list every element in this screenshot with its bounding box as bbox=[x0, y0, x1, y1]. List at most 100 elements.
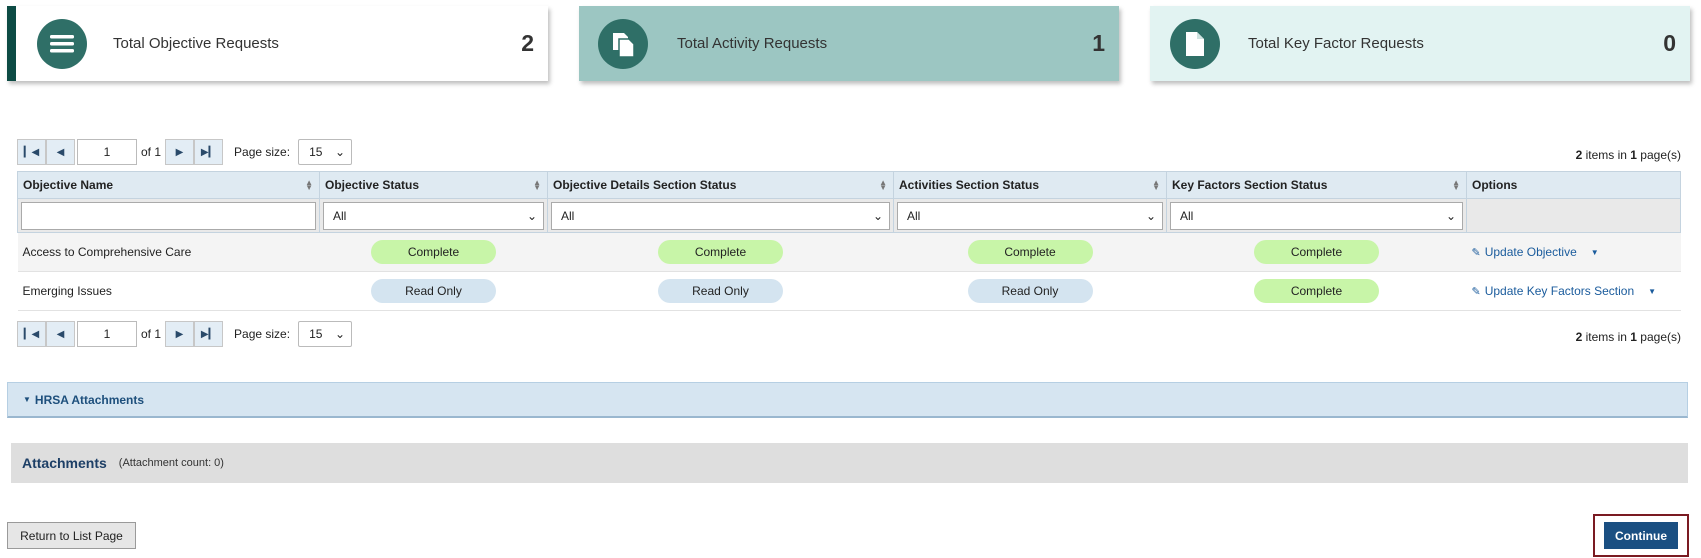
status-badge: Complete bbox=[967, 240, 1093, 264]
col-label: Objective Status bbox=[325, 178, 420, 192]
page-size-value: 15 bbox=[309, 145, 323, 159]
col-details-status[interactable]: Objective Details Section Status ▲ ▼ bbox=[547, 171, 894, 199]
card-count: 1 bbox=[1092, 30, 1105, 56]
objective-name: Emerging Issues bbox=[17, 271, 320, 311]
option-label: Update Key Factors Section bbox=[1484, 284, 1635, 298]
key-factor-requests-card[interactable]: Total Key Factor Requests 0 bbox=[1150, 6, 1690, 81]
return-to-list-button[interactable]: Return to List Page bbox=[7, 522, 136, 549]
col-activities-status[interactable]: Activities Section Status ▲ ▼ bbox=[893, 171, 1167, 199]
status-badge: Complete bbox=[371, 240, 496, 264]
objective-status-filter[interactable]: All ⌄ bbox=[323, 201, 544, 230]
sort-icon: ▲ ▼ bbox=[1452, 178, 1460, 192]
filter-value: All bbox=[561, 208, 575, 223]
page-number-input[interactable]: 1 bbox=[77, 139, 137, 165]
col-objective-name[interactable]: Objective Name ▲ ▼ bbox=[17, 171, 320, 199]
info-items: items in bbox=[1582, 330, 1631, 344]
documents-icon bbox=[598, 18, 648, 69]
prev-page-button[interactable]: ◀ bbox=[46, 139, 75, 165]
chevron-down-icon: ⌄ bbox=[872, 208, 883, 223]
last-page-button[interactable]: ▶▎ bbox=[194, 321, 224, 347]
chevron-down-icon: ⌄ bbox=[335, 145, 346, 159]
section-title: HRSA Attachments bbox=[34, 392, 145, 407]
info-pages: 1 bbox=[1630, 148, 1637, 162]
col-key-factors-status[interactable]: Key Factors Section Status ▲ ▼ bbox=[1166, 171, 1467, 199]
status-badge: Read Only bbox=[371, 279, 496, 303]
status-badge: Complete bbox=[658, 240, 783, 264]
page-size-label: Page size: bbox=[234, 327, 291, 341]
caret-down-icon[interactable]: ▼ bbox=[1648, 287, 1656, 296]
attachments-panel: Attachments (Attachment count: 0) bbox=[11, 443, 1688, 483]
status-badge: Read Only bbox=[658, 279, 783, 303]
last-page-button[interactable]: ▶▎ bbox=[194, 139, 224, 165]
caret-down-icon: ▼ bbox=[23, 395, 31, 404]
page-of-label: of 1 bbox=[141, 327, 162, 341]
objective-name: Access to Comprehensive Care bbox=[17, 232, 320, 272]
table-row: Access to Comprehensive Care Complete Co… bbox=[17, 232, 1681, 272]
info-pages: 1 bbox=[1630, 330, 1637, 344]
page-size-value: 15 bbox=[309, 327, 323, 341]
first-page-button[interactable]: ▎◀ bbox=[17, 321, 46, 347]
next-page-button[interactable]: ▶ bbox=[165, 139, 195, 165]
pager-info-top: 2 items in 1 page(s) bbox=[1576, 148, 1681, 162]
objective-requests-card[interactable]: Total Objective Requests 2 bbox=[7, 6, 548, 81]
activities-status-filter[interactable]: All ⌄ bbox=[897, 201, 1163, 230]
card-count: 0 bbox=[1663, 30, 1676, 56]
edit-icon: ✎ bbox=[1471, 246, 1481, 259]
pager-info-bottom: 2 items in 1 page(s) bbox=[1576, 330, 1681, 344]
info-items: items in bbox=[1582, 148, 1631, 162]
sort-icon: ▲ ▼ bbox=[533, 178, 541, 192]
chevron-down-icon: ⌄ bbox=[526, 208, 537, 223]
filter-value: All bbox=[1180, 208, 1194, 223]
pager-bottom: ▎◀ ◀ 1 of 1 ▶ ▶▎ Page size: 15 ⌄ bbox=[17, 320, 353, 348]
chevron-down-icon: ⌄ bbox=[1145, 208, 1156, 223]
info-suffix: page(s) bbox=[1636, 330, 1681, 344]
pager-top: ▎◀ ◀ 1 of 1 ▶ ▶▎ Page size: 15 ⌄ bbox=[17, 138, 353, 166]
prev-page-button[interactable]: ◀ bbox=[46, 321, 75, 347]
col-label: Key Factors Section Status bbox=[1172, 178, 1328, 192]
sort-icon: ▲ ▼ bbox=[1152, 178, 1160, 192]
page-number-input[interactable]: 1 bbox=[77, 321, 137, 347]
first-page-button[interactable]: ▎◀ bbox=[17, 139, 46, 165]
chevron-down-icon: ⌄ bbox=[335, 327, 346, 341]
col-options: Options bbox=[1466, 171, 1681, 199]
continue-button[interactable]: Continue bbox=[1604, 522, 1678, 549]
objective-name-filter[interactable] bbox=[21, 201, 316, 230]
card-label: Total Key Factor Requests bbox=[1248, 35, 1424, 52]
page-of-label: of 1 bbox=[141, 145, 162, 159]
document-icon bbox=[1170, 18, 1220, 69]
col-label: Objective Name bbox=[23, 178, 114, 192]
list-icon bbox=[37, 18, 87, 69]
filter-value: All bbox=[907, 208, 921, 223]
status-badge: Complete bbox=[1254, 279, 1379, 303]
card-count: 2 bbox=[521, 30, 534, 56]
caret-down-icon[interactable]: ▼ bbox=[1591, 248, 1599, 257]
key-factors-status-filter[interactable]: All ⌄ bbox=[1170, 201, 1463, 230]
option-label: Update Objective bbox=[1484, 245, 1577, 259]
col-label: Options bbox=[1472, 178, 1518, 192]
page-size-select[interactable]: 15 ⌄ bbox=[298, 321, 353, 347]
sort-icon: ▲ ▼ bbox=[305, 178, 313, 192]
continue-button-focus: Continue bbox=[1593, 514, 1689, 557]
status-badge: Complete bbox=[1254, 240, 1379, 264]
objectives-grid: Objective Name ▲ ▼ Objective Status ▲ ▼ Obje… bbox=[17, 171, 1681, 311]
activity-requests-card[interactable]: Total Activity Requests 1 bbox=[579, 6, 1119, 81]
filter-value: All bbox=[333, 208, 347, 223]
col-objective-status[interactable]: Objective Status ▲ ▼ bbox=[319, 171, 548, 199]
next-page-button[interactable]: ▶ bbox=[165, 321, 195, 347]
update-key-factors-link[interactable]: ✎ Update Key Factors Section ▼ bbox=[1472, 284, 1676, 298]
sort-icon: ▲ ▼ bbox=[879, 178, 887, 192]
hrsa-attachments-toggle[interactable]: ▼ HRSA Attachments bbox=[7, 382, 1688, 418]
card-label: Total Objective Requests bbox=[113, 35, 279, 52]
attachment-count: (Attachment count: 0) bbox=[118, 457, 224, 469]
update-objective-link[interactable]: ✎ Update Objective ▼ bbox=[1472, 245, 1676, 259]
card-label: Total Activity Requests bbox=[677, 35, 828, 52]
table-row: Emerging Issues Read Only Read Only Read… bbox=[17, 271, 1681, 311]
attachments-title: Attachments bbox=[22, 455, 107, 471]
details-status-filter[interactable]: All ⌄ bbox=[551, 201, 890, 230]
page-size-label: Page size: bbox=[234, 145, 291, 159]
col-label: Activities Section Status bbox=[899, 178, 1040, 192]
page-size-select[interactable]: 15 ⌄ bbox=[298, 139, 353, 165]
edit-icon: ✎ bbox=[1471, 285, 1481, 298]
status-badge: Read Only bbox=[967, 279, 1093, 303]
chevron-down-icon: ⌄ bbox=[1445, 208, 1456, 223]
